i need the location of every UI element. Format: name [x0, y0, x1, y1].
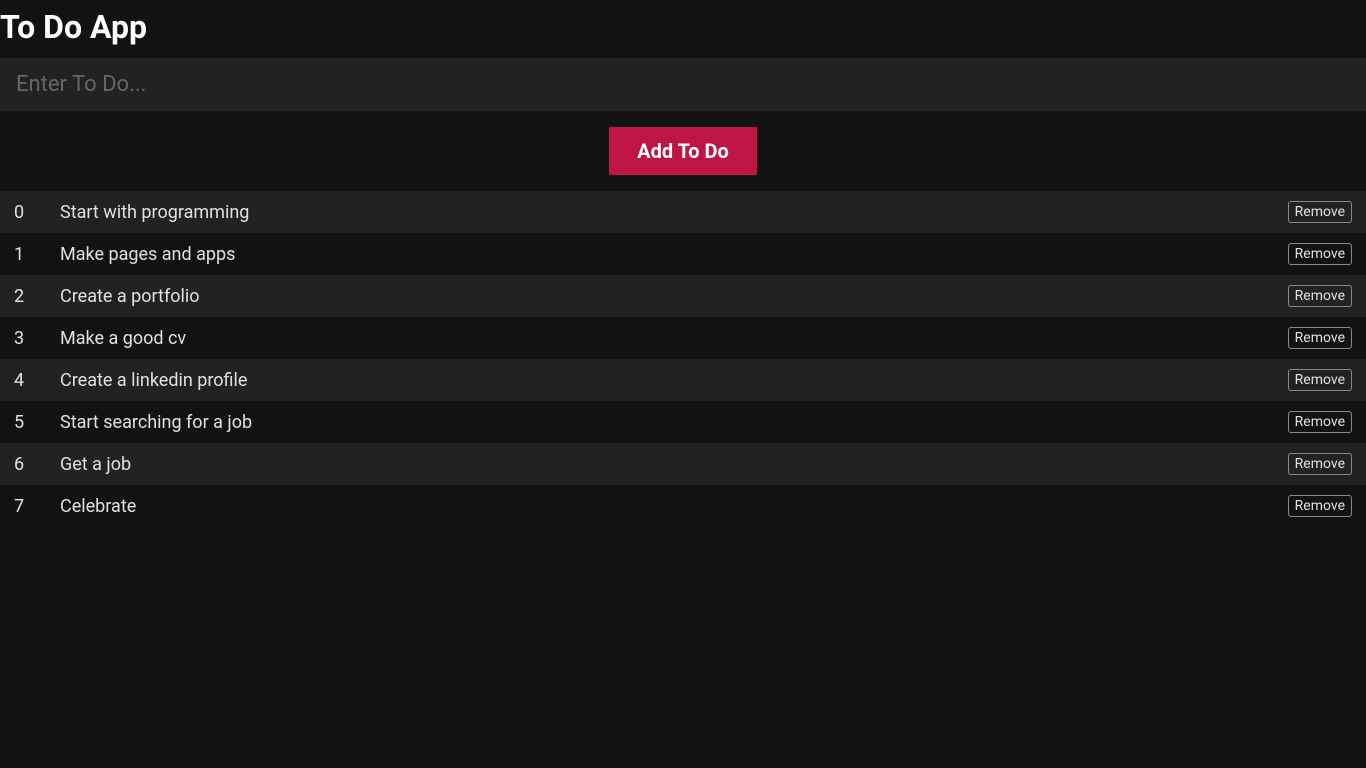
todo-text: Make pages and apps — [60, 244, 1288, 265]
list-item: 1Make pages and appsRemove — [0, 233, 1366, 275]
add-button-container: Add To Do — [0, 111, 1366, 191]
list-item: 4Create a linkedin profileRemove — [0, 359, 1366, 401]
todo-index: 4 — [14, 370, 60, 391]
todo-input[interactable] — [0, 58, 1366, 111]
remove-button[interactable]: Remove — [1288, 453, 1352, 475]
todo-text: Start with programming — [60, 202, 1288, 223]
page-title: To Do App — [0, 0, 1366, 58]
todo-text: Create a linkedin profile — [60, 370, 1288, 391]
todo-text: Start searching for a job — [60, 412, 1288, 433]
todo-input-container — [0, 58, 1366, 111]
list-item: 5Start searching for a jobRemove — [0, 401, 1366, 443]
add-todo-button[interactable]: Add To Do — [609, 127, 757, 175]
remove-button[interactable]: Remove — [1288, 495, 1352, 517]
todo-text: Celebrate — [60, 496, 1288, 517]
remove-button[interactable]: Remove — [1288, 243, 1352, 265]
todo-text: Create a portfolio — [60, 286, 1288, 307]
todo-index: 3 — [14, 328, 60, 349]
todo-index: 0 — [14, 202, 60, 223]
todo-text: Make a good cv — [60, 328, 1288, 349]
list-item: 2Create a portfolioRemove — [0, 275, 1366, 317]
remove-button[interactable]: Remove — [1288, 327, 1352, 349]
todo-index: 1 — [14, 244, 60, 265]
todo-index: 2 — [14, 286, 60, 307]
todo-list: 0Start with programmingRemove1Make pages… — [0, 191, 1366, 527]
todo-text: Get a job — [60, 454, 1288, 475]
remove-button[interactable]: Remove — [1288, 201, 1352, 223]
remove-button[interactable]: Remove — [1288, 369, 1352, 391]
list-item: 6Get a jobRemove — [0, 443, 1366, 485]
remove-button[interactable]: Remove — [1288, 285, 1352, 307]
todo-index: 6 — [14, 454, 60, 475]
list-item: 7CelebrateRemove — [0, 485, 1366, 527]
remove-button[interactable]: Remove — [1288, 411, 1352, 433]
todo-index: 7 — [14, 496, 60, 517]
todo-index: 5 — [14, 412, 60, 433]
list-item: 0Start with programmingRemove — [0, 191, 1366, 233]
list-item: 3Make a good cvRemove — [0, 317, 1366, 359]
